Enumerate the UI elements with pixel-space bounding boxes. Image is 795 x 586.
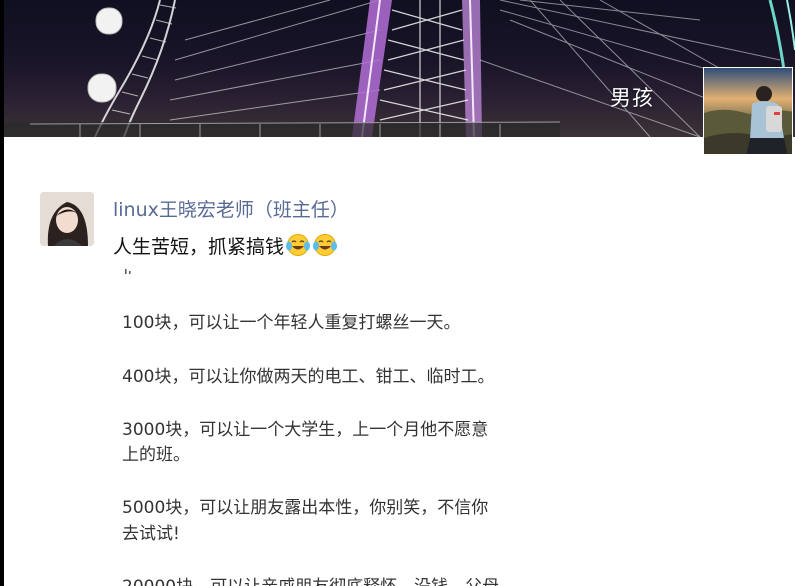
ferris-wheel-illustration [0, 0, 795, 137]
image-text-line: 上的班。 [122, 445, 190, 465]
post-attached-image[interactable]: 100块，可以让一个年轻人重复打螺丝一天。 400块，可以让你做两天的电工、钳工… [106, 262, 546, 586]
profile-avatar[interactable] [703, 67, 793, 155]
post-text-content: 人生苦短，抓紧搞钱 [113, 236, 285, 258]
image-text-line: 20000块，可以让亲戚朋友彻底释怀，没钱，父母 [122, 574, 499, 586]
cover-image[interactable]: 男孩 [0, 0, 795, 137]
image-text-line: 3000块，可以让一个大学生，上一个月他不愿意 [122, 420, 489, 440]
author-avatar-photo [40, 192, 94, 246]
image-text-line: 5000块，可以让朋友露出本性，你别笑，不信你 [122, 498, 489, 518]
tears-of-joy-emoji-icon [285, 233, 311, 262]
image-text-line: 100块，可以让一个年轻人重复打螺丝一天。 [122, 313, 461, 333]
post-text: 人生苦短，抓紧搞钱 [113, 232, 338, 262]
image-text-line: 去试试! [122, 524, 180, 544]
post-author-name[interactable]: linux王晓宏老师（班主任） [113, 195, 349, 222]
author-avatar[interactable] [40, 192, 94, 246]
image-text-line: 400块，可以让你做两天的电工、钳工、临时工。 [122, 367, 495, 387]
cropped-text-fragment [125, 269, 131, 274]
profile-username: 男孩 [610, 86, 654, 110]
left-edge-strip [0, 0, 4, 586]
profile-avatar-photo [704, 68, 792, 154]
tears-of-joy-emoji-icon [312, 233, 338, 262]
